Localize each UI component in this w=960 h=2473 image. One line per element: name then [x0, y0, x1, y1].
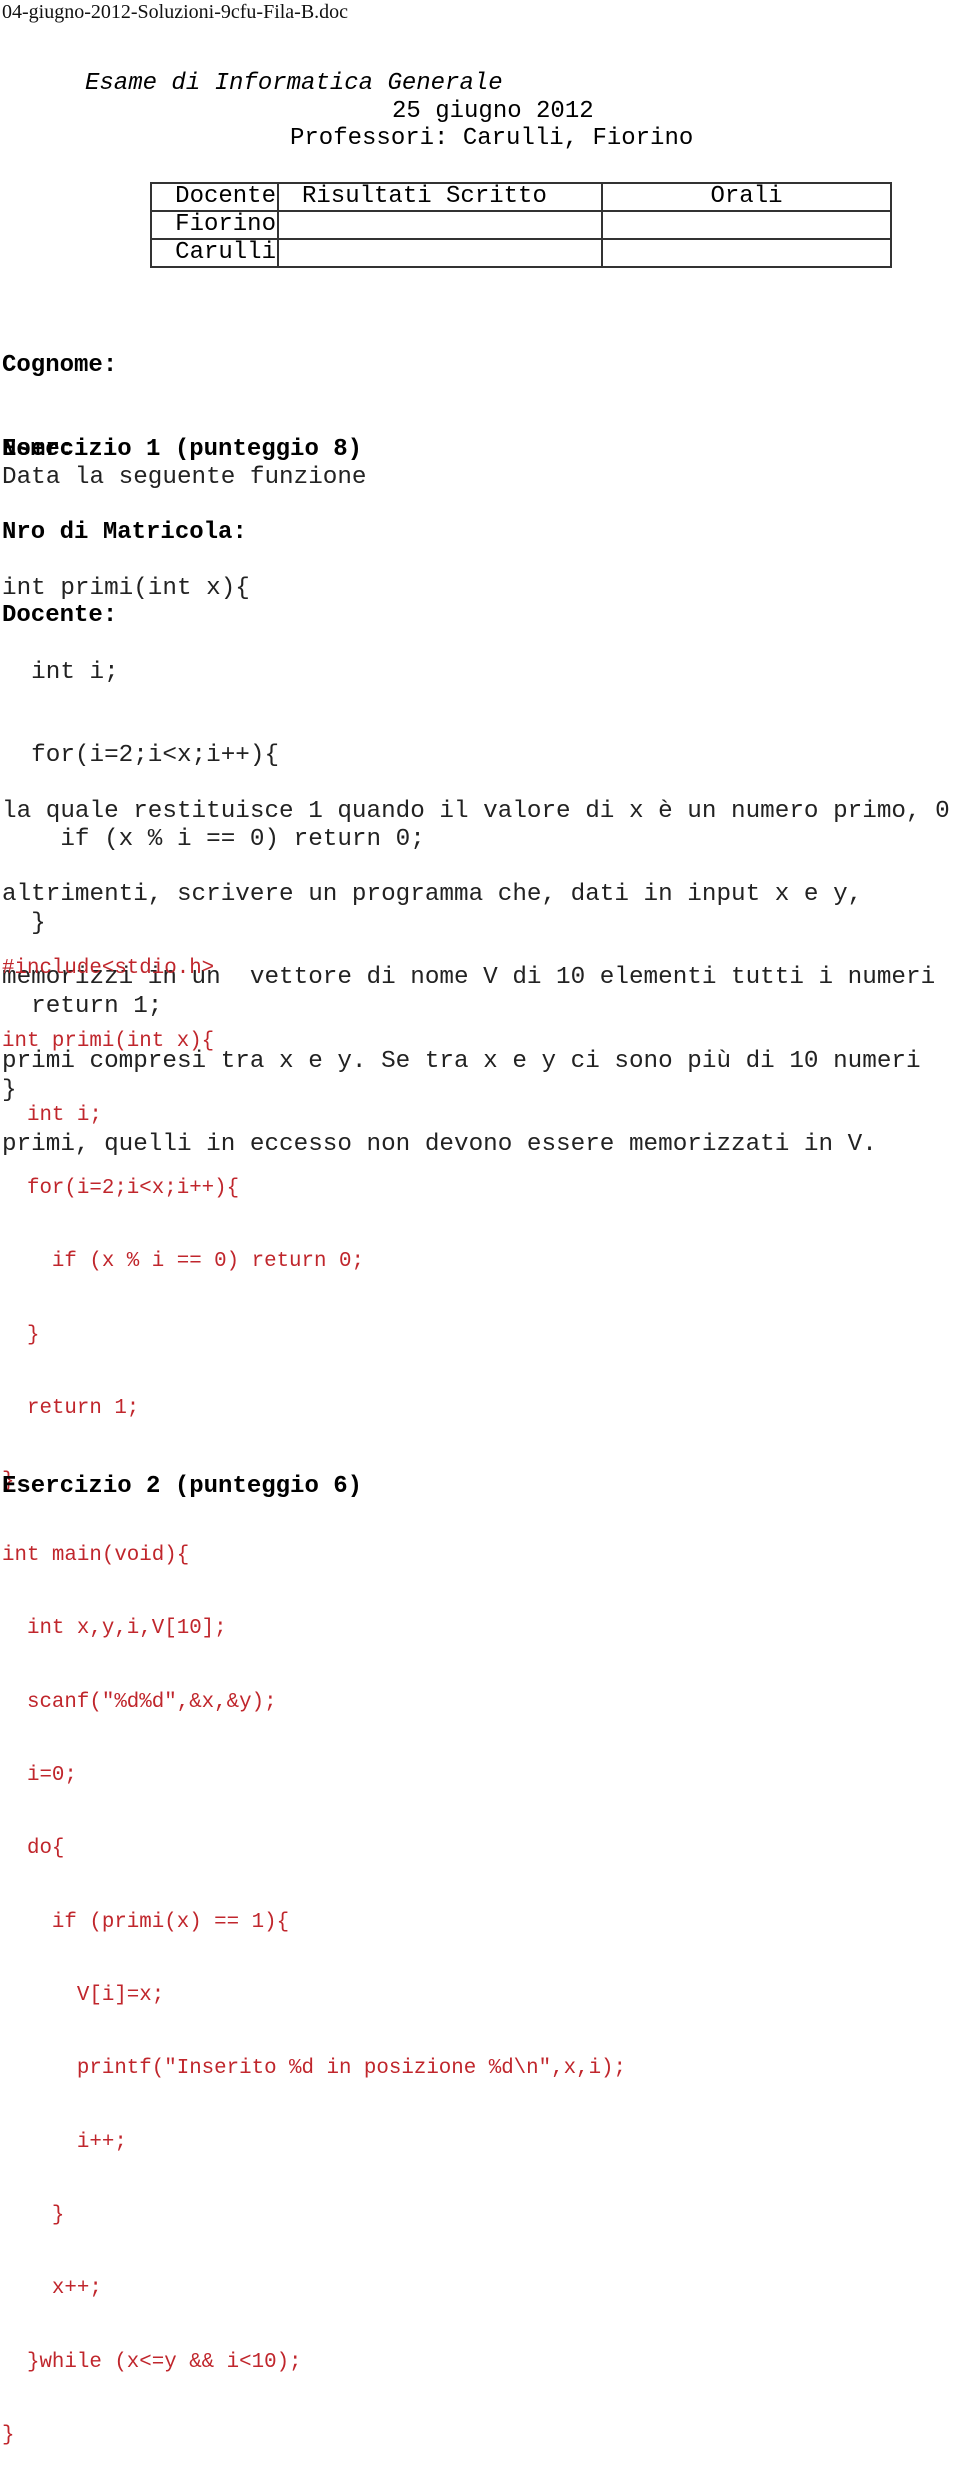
table-row: Fiorino [150, 210, 892, 240]
grades-table-header-row: Docente Risultati Scritto Orali [150, 182, 892, 212]
table-row: Carulli [150, 238, 892, 268]
solution-code-line: } [2, 1323, 40, 1347]
solution-code-line: i++; [2, 2130, 127, 2154]
grades-cell-scritto [277, 238, 603, 268]
exercise1-title: Esercizio 1 (punteggio 8) [2, 436, 363, 463]
grades-header-scritto: Risultati Scritto [277, 182, 603, 212]
solution-code-line: scanf("%d%d",&x,&y); [2, 1690, 277, 1714]
solution-code-line: int primi(int x){ [2, 1030, 215, 1054]
exam-title: Esame di Informatica Generale [85, 70, 503, 97]
description-line: altrimenti, scrivere un programma che, d… [2, 880, 863, 908]
document-filename: 04-giugno-2012-Soluzioni-9cfu-Fila-B.doc [2, 1, 349, 23]
solution-code-line: int main(void){ [2, 1543, 190, 1567]
solution-code-line: x++; [2, 2277, 102, 2301]
description-line: la quale restituisce 1 quando il valore … [2, 797, 950, 825]
solution-code-line: if (primi(x) == 1){ [2, 1910, 290, 1934]
grades-cell-orali [601, 210, 892, 240]
solution-code-line: int i; [2, 1103, 102, 1127]
grades-cell-scritto [277, 210, 603, 240]
code-line: int i; [2, 658, 119, 686]
solution-code-block: #include<stdio.h> int primi(int x){ int … [2, 908, 626, 2473]
solution-code-line: for(i=2;i<x;i++){ [2, 1176, 240, 1200]
solution-code-line: printf("Inserito %d in posizione %d\n",x… [2, 2057, 627, 2081]
solution-code-line: } [2, 2204, 65, 2228]
solution-code-line: i=0; [2, 1763, 77, 1787]
code-line: int primi(int x){ [2, 574, 250, 602]
exam-date: 25 giugno 2012 [392, 98, 594, 125]
grades-header-orali: Orali [601, 182, 892, 212]
solution-code-line: int x,y,i,V[10]; [2, 1617, 227, 1641]
solution-code-line: } [2, 2424, 15, 2448]
solution-code-line: do{ [2, 1837, 65, 1861]
solution-code-line: }while (x<=y && i<10); [2, 2350, 302, 2374]
solution-code-line: V[i]=x; [2, 1983, 165, 2007]
grades-table: Docente Risultati Scritto Orali Fiorino … [150, 182, 892, 268]
solution-code-line: return 1; [2, 1397, 140, 1421]
grades-header-docente: Docente [150, 182, 279, 212]
exercise2-title: Esercizio 2 (punteggio 6) [2, 1473, 363, 1500]
grades-cell-docente: Carulli [150, 238, 279, 268]
solution-code-line: #include<stdio.h> [2, 956, 215, 980]
solution-code-line: if (x % i == 0) return 0; [2, 1250, 364, 1274]
grades-cell-orali [601, 238, 892, 268]
grades-cell-docente: Fiorino [150, 210, 279, 240]
field-cognome-label: Cognome: [2, 352, 118, 380]
exercise1-intro: Data la seguente funzione [2, 464, 367, 491]
exam-professors: Professori: Carulli, Fiorino [290, 125, 694, 152]
